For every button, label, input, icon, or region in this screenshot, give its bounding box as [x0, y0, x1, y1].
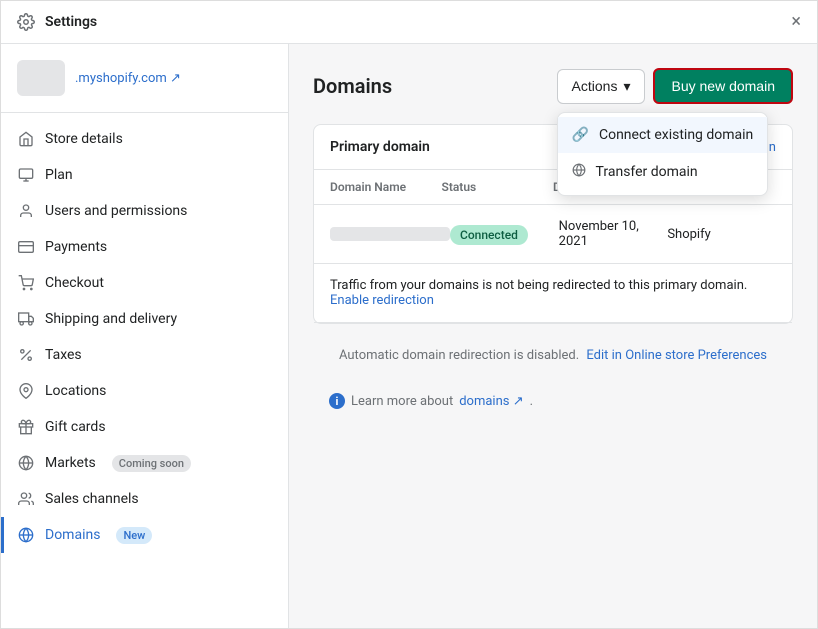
sidebar-item-taxes-label: Taxes	[45, 347, 82, 363]
table-row: Connected November 10, 2021 Shopify	[314, 205, 792, 264]
buy-new-domain-button[interactable]: Buy new domain	[653, 68, 793, 104]
gift-icon	[17, 418, 35, 436]
redirect-notice-text: Traffic from your domains is not being r…	[330, 278, 747, 293]
col-header-domain: Domain Name	[330, 180, 442, 194]
sidebar-item-plan[interactable]: Plan	[1, 157, 288, 193]
sidebar-item-store-details-label: Store details	[45, 131, 123, 147]
actions-button[interactable]: Actions ▾	[557, 69, 646, 104]
date-cell: November 10, 2021	[559, 219, 668, 249]
primary-domain-label: Primary domain	[330, 139, 430, 155]
info-icon: i	[329, 393, 345, 409]
titlebar-title: Settings	[45, 14, 791, 30]
buy-button-label: Buy new domain	[671, 78, 775, 94]
sidebar-item-sales-channels-label: Sales channels	[45, 491, 139, 507]
learn-text: Learn more about	[351, 394, 453, 409]
status-cell: Connected	[450, 224, 559, 245]
redirect-notice: Traffic from your domains is not being r…	[314, 264, 792, 323]
auto-redirect-row: Automatic domain redirection is disabled…	[313, 340, 793, 371]
actions-dropdown: 🔗 Connect existing domain Transfer domai…	[557, 112, 769, 196]
status-badge: Connected	[450, 225, 528, 245]
provider-cell: Shopify	[667, 227, 776, 242]
domains-learn-link[interactable]: domains ↗	[459, 394, 523, 409]
sidebar-item-locations-label: Locations	[45, 383, 106, 399]
sidebar-item-taxes[interactable]: Taxes	[1, 337, 288, 373]
transfer-globe-icon	[572, 163, 586, 181]
connect-domain-item[interactable]: 🔗 Connect existing domain	[558, 117, 768, 153]
globe2-icon	[17, 526, 35, 544]
sidebar-item-checkout[interactable]: Checkout	[1, 265, 288, 301]
main-content: Domains Actions ▾ 🔗 Connect existing dom…	[289, 44, 817, 628]
sidebar-item-users-label: Users and permissions	[45, 203, 187, 219]
sidebar-item-markets-label: Markets	[45, 455, 96, 471]
close-button[interactable]: ×	[791, 13, 801, 31]
checkout-icon	[17, 274, 35, 292]
sidebar-item-users-permissions[interactable]: Users and permissions	[1, 193, 288, 229]
domains-title: Domains	[313, 74, 392, 98]
store-icon	[17, 130, 35, 148]
sidebar-item-payments-label: Payments	[45, 239, 107, 255]
settings-icon	[17, 13, 35, 31]
payments-icon	[17, 238, 35, 256]
sidebar-item-sales-channels[interactable]: Sales channels	[1, 481, 288, 517]
sidebar-item-domains[interactable]: Domains New ←	[1, 517, 288, 553]
link-icon: 🔗	[572, 127, 589, 143]
enable-redirection-link[interactable]: Enable redirection	[330, 293, 434, 308]
shipping-icon	[17, 310, 35, 328]
domains-header: Domains Actions ▾ 🔗 Connect existing dom…	[313, 68, 793, 104]
header-actions: Actions ▾ 🔗 Connect existing domain	[557, 68, 793, 104]
sidebar-item-payments[interactable]: Payments	[1, 229, 288, 265]
sidebar-item-gift-cards-label: Gift cards	[45, 419, 106, 435]
globe-icon	[17, 454, 35, 472]
transfer-domain-label: Transfer domain	[596, 164, 698, 180]
auto-redirect-text: Automatic domain redirection is disabled…	[339, 348, 579, 363]
sidebar-item-gift-cards[interactable]: Gift cards	[1, 409, 288, 445]
sidebar: .myshopify.com ↗ Store details Plan	[1, 44, 289, 628]
actions-label: Actions	[572, 78, 618, 94]
domains-link-suffix: .	[530, 394, 533, 409]
sidebar-item-domains-label: Domains	[45, 527, 100, 543]
store-info: .myshopify.com ↗	[1, 44, 288, 113]
sidebar-item-store-details[interactable]: Store details	[1, 121, 288, 157]
sidebar-item-checkout-label: Checkout	[45, 275, 104, 291]
users-icon	[17, 202, 35, 220]
connect-domain-label: Connect existing domain	[599, 127, 753, 143]
location-icon	[17, 382, 35, 400]
col-header-status: Status	[442, 180, 554, 194]
chevron-down-icon: ▾	[623, 78, 630, 95]
coming-soon-badge: Coming soon	[112, 455, 191, 472]
new-badge: New	[116, 527, 152, 544]
store-url[interactable]: .myshopify.com ↗	[75, 71, 181, 86]
transfer-domain-item[interactable]: Transfer domain	[558, 153, 768, 191]
sidebar-nav: Store details Plan Users and permissions	[1, 113, 288, 561]
sidebar-item-plan-label: Plan	[45, 167, 73, 183]
store-avatar	[17, 60, 65, 96]
learn-more-row: i Learn more about domains ↗ .	[313, 383, 793, 425]
channels-icon	[17, 490, 35, 508]
sidebar-item-markets[interactable]: Markets Coming soon	[1, 445, 288, 481]
titlebar: Settings ×	[1, 1, 817, 44]
edit-online-store-link[interactable]: Edit in Online store Preferences	[586, 348, 767, 363]
sidebar-item-shipping-label: Shipping and delivery	[45, 311, 177, 327]
taxes-icon	[17, 346, 35, 364]
plan-icon	[17, 166, 35, 184]
sidebar-item-shipping[interactable]: Shipping and delivery	[1, 301, 288, 337]
sidebar-item-locations[interactable]: Locations	[1, 373, 288, 409]
domain-name-cell	[330, 227, 450, 241]
